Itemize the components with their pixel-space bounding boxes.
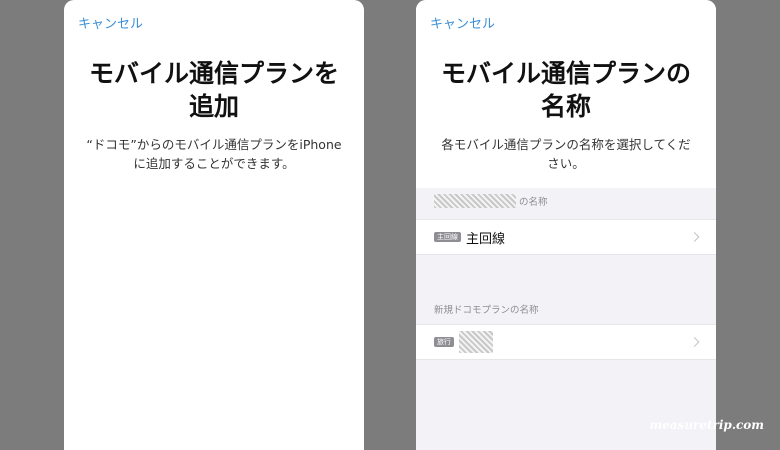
chevron-right-icon xyxy=(689,232,700,242)
plan-label: 主回線 xyxy=(466,231,506,247)
title-line-2: 名称 xyxy=(540,92,591,121)
plan-label-screen: キャンセル モバイル通信プランの 名称 各モバイル通信プランの名称を選択してくだ… xyxy=(416,0,716,450)
section-header-new: 新規ドコモプランの名称 xyxy=(434,302,539,316)
description-line-2: に追加することができます。 xyxy=(133,156,295,171)
redacted-label-mosaic xyxy=(459,331,493,353)
watermark: measuretrip.com xyxy=(649,418,764,432)
plan-row-primary[interactable]: 主回線 主回線 xyxy=(416,219,716,255)
section-header-suffix: の名称 xyxy=(519,197,548,208)
title-line-2: 追加 xyxy=(188,92,239,121)
redacted-name-mosaic xyxy=(434,194,516,208)
description: “ドコモ”からのモバイル通信プランをiPhone に追加することができます。 xyxy=(78,135,350,173)
plan-badge: 主回線 xyxy=(434,232,461,242)
description-line-2: さい。 xyxy=(547,156,585,171)
cancel-button[interactable]: キャンセル xyxy=(78,13,143,32)
page-title: モバイル通信プランを 追加 xyxy=(64,57,364,123)
description: 各モバイル通信プランの名称を選択してくだ さい。 xyxy=(430,135,702,173)
plan-badge: 旅行 xyxy=(434,337,454,347)
title-line-1: モバイル通信プランの xyxy=(440,59,691,88)
section-header-primary: の名称 xyxy=(434,194,548,208)
section-header-text: 新規ドコモプランの名称 xyxy=(434,305,539,316)
add-plan-screen: キャンセル モバイル通信プランを 追加 “ドコモ”からのモバイル通信プランをiP… xyxy=(64,0,364,450)
description-line-1: “ドコモ”からのモバイル通信プランをiPhone xyxy=(86,137,342,152)
chevron-right-icon xyxy=(689,337,700,347)
page-title: モバイル通信プランの 名称 xyxy=(416,57,716,123)
plan-row-new[interactable]: 旅行 xyxy=(416,324,716,360)
description-line-1: 各モバイル通信プランの名称を選択してくだ xyxy=(441,137,691,152)
cancel-button[interactable]: キャンセル xyxy=(430,13,495,32)
title-line-1: モバイル通信プランを xyxy=(88,59,339,88)
